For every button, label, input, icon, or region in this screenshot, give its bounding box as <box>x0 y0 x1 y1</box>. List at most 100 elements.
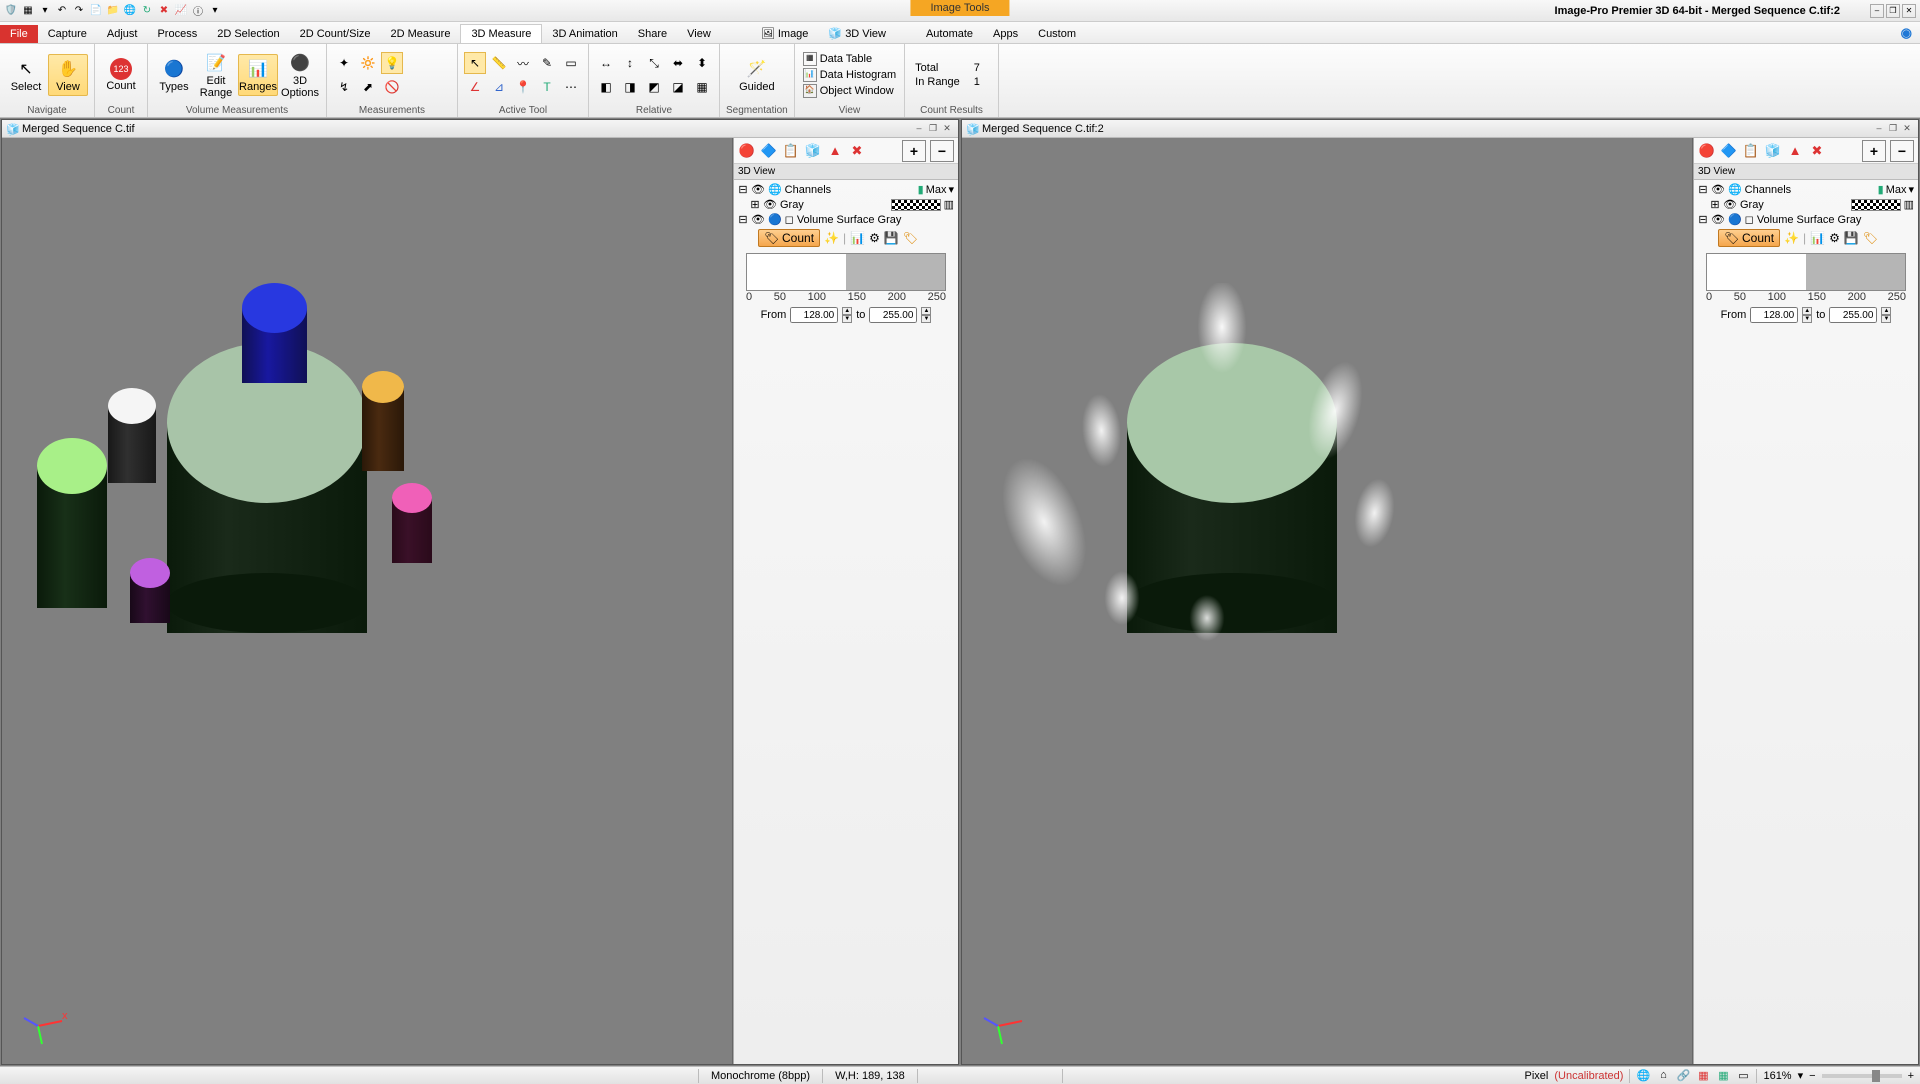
tab-file[interactable]: File <box>0 25 38 43</box>
minimize-doc-icon[interactable]: – <box>1872 123 1886 135</box>
visibility-icon[interactable]: 👁 <box>763 198 777 211</box>
status-globe-icon[interactable]: 🌐 <box>1636 1069 1650 1083</box>
from-input[interactable] <box>790 307 838 323</box>
max-label[interactable]: Max <box>1886 184 1907 196</box>
save-icon[interactable]: 💾 <box>884 231 899 245</box>
tab-apps[interactable]: Apps <box>983 25 1028 43</box>
from-input[interactable] <box>1750 307 1798 323</box>
tab-process[interactable]: Process <box>147 25 207 43</box>
data-table-button[interactable]: ▦Data Table <box>801 51 898 67</box>
visibility-icon[interactable]: 👁 <box>751 183 765 196</box>
close-doc-icon[interactable]: ✕ <box>940 123 954 135</box>
remove-icon[interactable]: ✖ <box>848 142 866 160</box>
tree-collapse-icon[interactable]: ⊟ <box>738 213 748 226</box>
chart-small-icon[interactable]: 📊 <box>850 231 865 245</box>
qat-redo-icon[interactable]: ↷ <box>72 4 86 18</box>
at-curve[interactable]: 〰 <box>512 52 534 74</box>
rel-8[interactable]: ◩ <box>643 76 665 98</box>
gray-swatch[interactable] <box>1851 199 1901 211</box>
expand-icon[interactable]: + <box>902 140 926 162</box>
gradient-icon[interactable]: ▥ <box>1904 198 1914 211</box>
chart-small-icon[interactable]: 📊 <box>1810 231 1825 245</box>
visibility-icon[interactable]: 👁 <box>1723 198 1737 211</box>
spin-up[interactable]: ▲ <box>921 307 931 315</box>
cube-tool-icon[interactable]: 🧊 <box>1764 142 1782 160</box>
tree-expand-icon[interactable]: ⊞ <box>750 198 760 211</box>
count-button[interactable]: 123Count <box>101 56 141 94</box>
qat-refresh-icon[interactable]: ↻ <box>140 4 154 18</box>
object-window-button[interactable]: 🏠Object Window <box>801 83 898 99</box>
spin-up[interactable]: ▲ <box>1881 307 1891 315</box>
count-button[interactable]: 🏷 Count <box>758 229 820 247</box>
add-node-icon[interactable]: 🔴 <box>738 142 756 160</box>
visibility-icon[interactable]: 👁 <box>1711 213 1725 226</box>
wand-small-icon[interactable]: ✨ <box>824 231 839 245</box>
ranges-button[interactable]: 📊Ranges <box>238 54 278 96</box>
qat-folder-icon[interactable]: 📁 <box>106 4 120 18</box>
at-marker[interactable]: 📍 <box>512 76 534 98</box>
rel-10[interactable]: ▦ <box>691 76 713 98</box>
histogram[interactable] <box>1706 253 1906 291</box>
zoom-out-icon[interactable]: − <box>1809 1070 1815 1082</box>
dropdown-icon[interactable]: ▾ <box>948 183 954 196</box>
guided-button[interactable]: 🪄Guided <box>737 55 777 95</box>
maximize-doc-icon[interactable]: ❐ <box>1886 123 1900 135</box>
minimize-doc-icon[interactable]: – <box>912 123 926 135</box>
zoom-in-icon[interactable]: + <box>1908 1070 1914 1082</box>
meas-tool-5[interactable]: ⬈ <box>357 76 379 98</box>
status-home-icon[interactable]: ⌂ <box>1656 1069 1670 1083</box>
copy-icon[interactable]: 📋 <box>1742 142 1760 160</box>
at-angle[interactable]: ∠ <box>464 76 486 98</box>
at-t[interactable]: T <box>536 76 558 98</box>
visibility-icon[interactable]: 👁 <box>751 213 765 226</box>
mesh-icon[interactable]: 🔷 <box>1720 142 1738 160</box>
qat-delete-icon[interactable]: ✖ <box>157 4 171 18</box>
tab-3d-animation[interactable]: 3D Animation <box>542 25 627 43</box>
tree-collapse-icon[interactable]: ⊟ <box>1698 213 1708 226</box>
tab-2d-measure[interactable]: 2D Measure <box>381 25 461 43</box>
collapse-icon[interactable]: − <box>1890 140 1914 162</box>
qat-dropdown-icon[interactable]: ▾ <box>38 4 52 18</box>
restore-icon[interactable]: ❐ <box>1886 4 1900 18</box>
status-link-icon[interactable]: 🔗 <box>1676 1069 1690 1083</box>
copy-icon[interactable]: 📋 <box>782 142 800 160</box>
mesh-icon[interactable]: 🔷 <box>760 142 778 160</box>
at-pointer[interactable]: ↖ <box>464 52 486 74</box>
tag-small-icon[interactable]: 🏷 <box>1863 231 1878 245</box>
save-icon[interactable]: 💾 <box>1844 231 1859 245</box>
channels-label[interactable]: Channels <box>785 184 831 196</box>
types-button[interactable]: 🔵Types <box>154 55 194 95</box>
status-tile-icon[interactable]: ▦ <box>1716 1069 1730 1083</box>
rel-3[interactable]: ⤡ <box>643 52 665 74</box>
volume-surface-label[interactable]: Volume Surface Gray <box>797 214 902 226</box>
edit-range-button[interactable]: 📝Edit Range <box>196 49 236 101</box>
3d-options-button[interactable]: ⚫3D Options <box>280 49 320 101</box>
tag-small-icon[interactable]: 🏷 <box>903 231 918 245</box>
tab-automate[interactable]: Automate <box>916 25 983 43</box>
qat-window-icon[interactable]: ▦ <box>21 4 35 18</box>
close-icon[interactable]: ✕ <box>1902 4 1916 18</box>
expand-icon[interactable]: + <box>1862 140 1886 162</box>
qat-save-icon[interactable]: 📄 <box>89 4 103 18</box>
minimize-icon[interactable]: – <box>1870 4 1884 18</box>
wand-small-icon[interactable]: ✨ <box>1784 231 1799 245</box>
spin-up[interactable]: ▲ <box>1802 307 1812 315</box>
tab-3d-view[interactable]: 🧊 3D View <box>818 24 896 43</box>
collapse-icon[interactable]: − <box>930 140 954 162</box>
volume-surface-label[interactable]: Volume Surface Gray <box>1757 214 1862 226</box>
rel-4[interactable]: ⬌ <box>667 52 689 74</box>
tab-2d-selection[interactable]: 2D Selection <box>207 25 289 43</box>
add-node-icon[interactable]: 🔴 <box>1698 142 1716 160</box>
at-protractor[interactable]: ⊿ <box>488 76 510 98</box>
at-poly[interactable]: ✎ <box>536 52 558 74</box>
viewport-2[interactable] <box>962 138 1693 1064</box>
spin-down[interactable]: ▼ <box>842 315 852 323</box>
at-rect[interactable]: ▭ <box>560 52 582 74</box>
meas-tool-4[interactable]: ↯ <box>333 76 355 98</box>
tree-collapse-icon[interactable]: ⊟ <box>1698 183 1708 196</box>
spin-up[interactable]: ▲ <box>842 307 852 315</box>
remove-icon[interactable]: ✖ <box>1808 142 1826 160</box>
rel-1[interactable]: ↔ <box>595 52 617 74</box>
count-button[interactable]: 🏷 Count <box>1718 229 1780 247</box>
meas-tool-2[interactable]: 🔆 <box>357 52 379 74</box>
